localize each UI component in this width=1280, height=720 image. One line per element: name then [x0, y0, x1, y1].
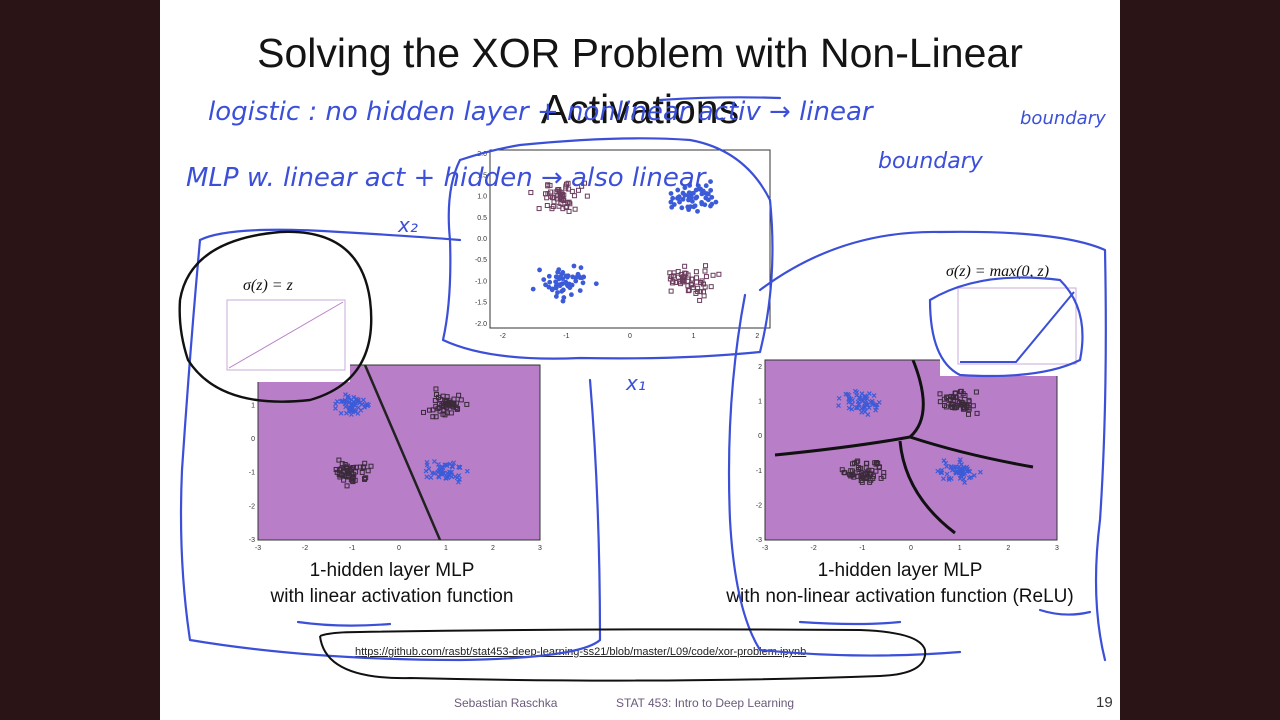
ink-underline-relu [1038, 608, 1092, 616]
ink-circle-linear [178, 230, 373, 403]
ink-loop-left [179, 238, 602, 662]
ink-underline-right [798, 620, 902, 626]
slide: Solving the XOR Problem with Non-Linear … [160, 0, 1120, 720]
annotation-line1: logistic : no hidden layer + nonlinear a… [208, 97, 875, 127]
ink-underline-left [296, 620, 392, 627]
annotation-x1: x₁ [625, 371, 646, 395]
annotation-line1b: boundary [1020, 108, 1106, 129]
annotation-line2: MLP w. linear act + hidden → also linear [186, 163, 708, 193]
ink-circle-relu [928, 276, 1084, 378]
ink-loop-right-left [727, 293, 962, 657]
annotation-x2: x₂ [397, 213, 418, 237]
annotation-line2b: boundary [878, 149, 984, 174]
ink-loop-right [758, 230, 1107, 662]
ink-annotations: logistic : no hidden layer + nonlinear a… [178, 96, 1107, 682]
